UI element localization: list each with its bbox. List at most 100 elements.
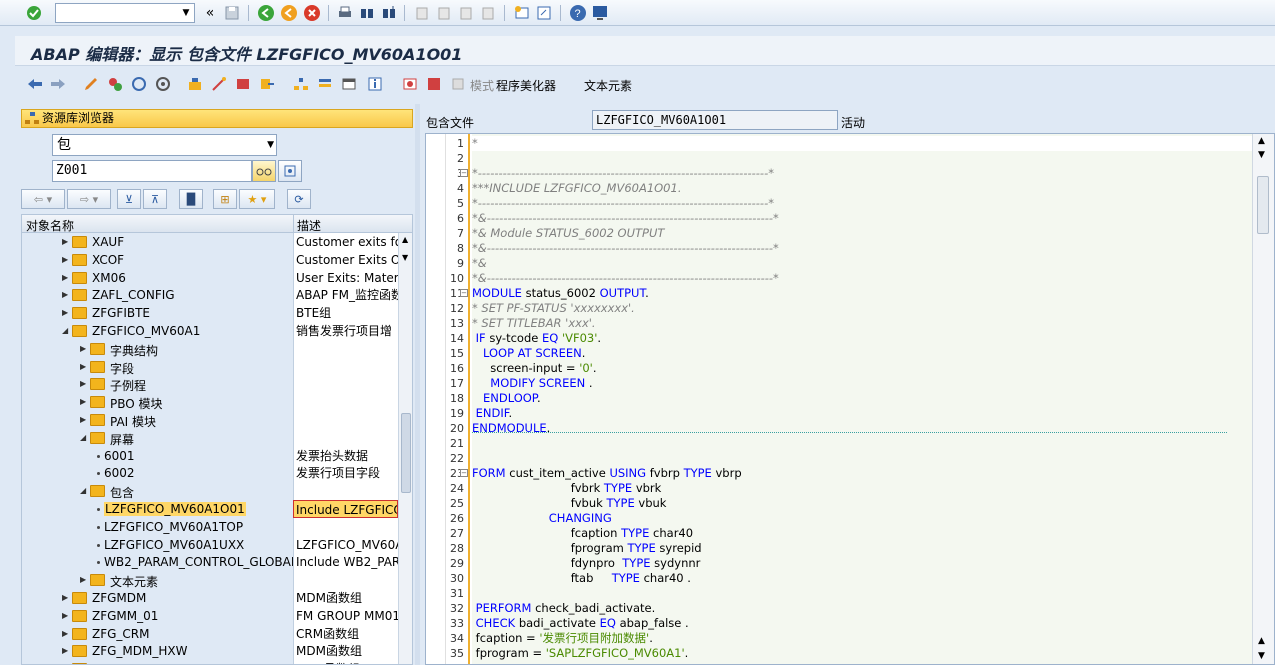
code-line[interactable]: fcaption = '发票行项目附加数据'. xyxy=(472,631,653,646)
stop-icon[interactable] xyxy=(424,74,444,94)
code-line[interactable]: MODULE status_6002 OUTPUT. − xyxy=(460,286,649,301)
code-line[interactable]: * xyxy=(472,136,1252,151)
find-next-icon[interactable] xyxy=(379,3,399,23)
code-line[interactable]: fvbrk TYPE vbrk xyxy=(472,481,662,496)
expand-arrow-icon[interactable]: ▶ xyxy=(80,575,86,584)
where-used-icon[interactable] xyxy=(185,74,205,94)
code-line[interactable]: ENDIF. xyxy=(472,406,513,421)
tree-scrollbar[interactable]: ▲ ▼ xyxy=(398,233,412,664)
expand-arrow-icon[interactable]: ▶ xyxy=(80,379,86,388)
tree-scroll-thumb[interactable] xyxy=(401,413,411,493)
fold-toggle-icon[interactable]: − xyxy=(460,169,468,177)
tree-row[interactable]: 6001 发票抬头数据 xyxy=(22,446,398,465)
last-page-icon[interactable] xyxy=(478,3,498,23)
arrow-right-icon[interactable] xyxy=(48,74,68,94)
scroll-up-icon[interactable]: ▲ xyxy=(402,235,408,244)
code-line[interactable]: IF sy-tcode EQ 'VF03'. xyxy=(472,331,601,346)
expand-arrow-icon[interactable]: ▶ xyxy=(62,255,68,264)
code-line[interactable]: ENDMODULE. xyxy=(472,421,550,436)
exit-icon[interactable] xyxy=(279,3,299,23)
tree-row[interactable]: ◢ 包含 xyxy=(22,482,398,501)
nav-forward-button[interactable]: ⇨ ▾ xyxy=(67,189,111,209)
hierarchy-icon[interactable] xyxy=(291,74,311,94)
tree-row-name-cell[interactable]: ▶ XM06 xyxy=(22,268,293,287)
pretty-printer-button[interactable]: 程序美化器 xyxy=(496,77,556,94)
display-object-icon[interactable] xyxy=(233,74,253,94)
code-line[interactable]: ***INCLUDE LZFGFICO_MV60A1O01. xyxy=(472,181,681,196)
favorites-button[interactable]: ★ ▾ xyxy=(239,189,275,209)
shortcut-icon[interactable] xyxy=(534,3,554,23)
expand-arrow-icon[interactable]: ▶ xyxy=(62,290,68,299)
tree-row-name-cell[interactable]: ▶ ZFGFIBTE xyxy=(22,304,293,323)
expand-arrow-icon[interactable]: ▶ xyxy=(80,344,86,353)
arrow-left-icon[interactable] xyxy=(25,74,45,94)
code-line[interactable]: fvbuk TYPE vbuk xyxy=(472,496,667,511)
mode-button[interactable]: 模式 xyxy=(470,77,494,94)
tree-row[interactable]: 6002 发票行项目字段 xyxy=(22,464,398,483)
column-header-desc[interactable]: 描述 xyxy=(297,217,321,234)
settings-icon[interactable] xyxy=(590,3,610,23)
tree-row[interactable]: ▶ PAI 模块 xyxy=(22,411,398,429)
tree-row-name-cell[interactable]: ◢ ZFGFICO_MV60A1 xyxy=(22,322,293,340)
expand-arrow-icon[interactable]: ▶ xyxy=(62,308,68,317)
chevron-down-icon[interactable]: ▼ xyxy=(178,4,194,22)
nav-back-button[interactable]: ⇦ ▾ xyxy=(21,189,65,209)
tree-row-name-cell[interactable]: ▶ 字典结构 xyxy=(22,339,293,358)
code-line[interactable]: CHANGING xyxy=(472,511,612,526)
new-session-icon[interactable] xyxy=(512,3,532,23)
expand-arrow-icon[interactable]: ▶ xyxy=(62,611,68,620)
expand-all-button[interactable]: ⊻ xyxy=(117,189,141,209)
tree-row-name-cell[interactable]: ◢ 屏幕 xyxy=(22,428,293,447)
tree-row[interactable]: ▶ ZAFL_CONFIG ABAP FM_监控函数 xyxy=(22,286,398,305)
tree-row[interactable]: LZFGFICO_MV60A1O01 Include LZFGFICO_ xyxy=(22,500,398,518)
column-header-name[interactable]: 对象名称 xyxy=(26,217,74,234)
include-name-field[interactable]: LZFGFICO_MV60A1O01 xyxy=(592,110,838,130)
tree-row[interactable]: ▶ ZFG_CRM CRM函数组 xyxy=(22,624,398,643)
tree-row[interactable]: ▶ ZFGMM_01 FM GROUP MM01 xyxy=(22,606,398,625)
code-line[interactable]: LOOP AT SCREEN. xyxy=(472,346,585,361)
tree-row[interactable]: ▶ 文本元素 xyxy=(22,571,398,590)
tree-row[interactable]: ▶ ZFGFIBTE BTE组 xyxy=(22,304,398,323)
code-line[interactable]: *& Module STATUS_6002 OUTPUT xyxy=(472,226,664,241)
code-line[interactable]: *&--------------------------------------… xyxy=(472,241,779,256)
prev-page-icon[interactable] xyxy=(434,3,454,23)
code-line[interactable]: fprogram TYPE syrepid xyxy=(472,541,702,556)
test-icon[interactable] xyxy=(153,74,173,94)
tree-row-name-cell[interactable]: ▶ PAI 模块 xyxy=(22,411,293,429)
expand-arrow-icon[interactable]: ▶ xyxy=(62,593,68,602)
find-button[interactable]: ▐▌ xyxy=(179,189,203,209)
find-icon[interactable] xyxy=(357,3,377,23)
tree-row-name-cell[interactable]: LZFGFICO_MV60A1O01 xyxy=(22,500,293,518)
tree-row-name-cell[interactable]: ▶ ZFG_MDM_HXW xyxy=(22,642,293,661)
code-line[interactable]: fprogram = 'SAPLZFGFICO_MV60A1'. xyxy=(472,646,689,661)
tree-row[interactable]: ◢ ZFGFICO_MV60A1 销售发票行项目增 xyxy=(22,322,398,340)
tree-row-name-cell[interactable]: ▶ XAUF xyxy=(22,233,293,251)
tree-row[interactable]: ▶ 子例程 xyxy=(22,375,398,394)
tree-row-name-cell[interactable]: WB2_PARAM_CONTROL_GLOBAL xyxy=(22,553,293,572)
tree-row-name-cell[interactable]: ▶ 字段 xyxy=(22,357,293,376)
stack-icon[interactable] xyxy=(315,74,335,94)
code-line[interactable]: * SET TITLEBAR 'xxx'. xyxy=(472,316,596,331)
object-type-select[interactable]: 包 ▼ xyxy=(52,134,277,156)
code-line[interactable]: CHECK badi_activate EQ abap_false . xyxy=(472,616,689,631)
code-line[interactable]: * SET PF-STATUS 'xxxxxxxx'. xyxy=(472,301,635,316)
tree-row-name-cell[interactable]: ▶ ZFG_CRM xyxy=(22,624,293,643)
edit-toggle-icon[interactable] xyxy=(81,74,101,94)
help-icon[interactable]: ? xyxy=(568,3,588,23)
sync-button[interactable]: ⟳ xyxy=(287,189,311,209)
window-icon[interactable] xyxy=(339,74,359,94)
collapse-arrow-icon[interactable]: ◢ xyxy=(80,486,86,495)
scroll-down-icon[interactable]: ▼ xyxy=(1258,150,1265,160)
tree-row-name-cell[interactable]: ▶ XCOF xyxy=(22,250,293,269)
code-line[interactable]: FORM cust_item_active USING fvbrp TYPE v… xyxy=(460,466,742,481)
code-area[interactable]: * *--------------------------------------… xyxy=(460,134,1252,664)
code-line[interactable]: fcaption TYPE char40 xyxy=(472,526,693,541)
cancel-icon[interactable] xyxy=(302,3,322,23)
tree-row-name-cell[interactable]: ▶ PBO 模块 xyxy=(22,393,293,412)
code-line[interactable]: fdynpro TYPE sydynnr xyxy=(472,556,701,571)
object-name-input[interactable]: Z001 xyxy=(52,160,252,182)
info-icon[interactable] xyxy=(365,74,385,94)
tree-row-name-cell[interactable]: ▶ ZFGMDM xyxy=(22,589,293,607)
code-line[interactable]: *&--------------------------------------… xyxy=(472,271,779,286)
tree-row[interactable]: ▶ PBO 模块 xyxy=(22,393,398,412)
